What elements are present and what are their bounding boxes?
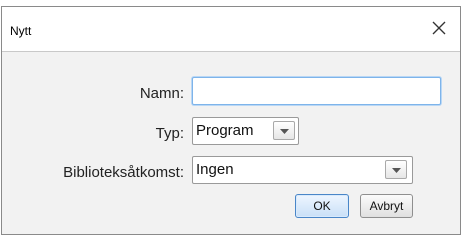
dialog-body: Namn: Typ: Program Biblioteksåtkomst: In… [2,52,460,234]
library-access-label: Biblioteksåtkomst: [63,164,184,181]
new-dialog: Nytt Namn: Typ: Program Biblioteksåtkoms… [1,6,461,235]
name-label: Namn: [139,85,184,102]
library-access-value: Ingen [196,161,234,178]
type-label: Typ: [155,125,184,142]
title-bar: Nytt [2,7,460,52]
library-access-select[interactable]: Ingen [192,156,413,184]
name-input[interactable] [192,77,441,105]
cancel-button[interactable]: Avbryt [360,194,413,218]
type-select-value: Program [196,122,254,139]
chevron-down-icon[interactable] [273,121,295,140]
type-select[interactable]: Program [192,117,299,145]
close-icon[interactable] [430,19,448,37]
dialog-title: Nytt [10,24,32,38]
chevron-down-icon[interactable] [385,160,407,179]
ok-button[interactable]: OK [295,194,349,218]
